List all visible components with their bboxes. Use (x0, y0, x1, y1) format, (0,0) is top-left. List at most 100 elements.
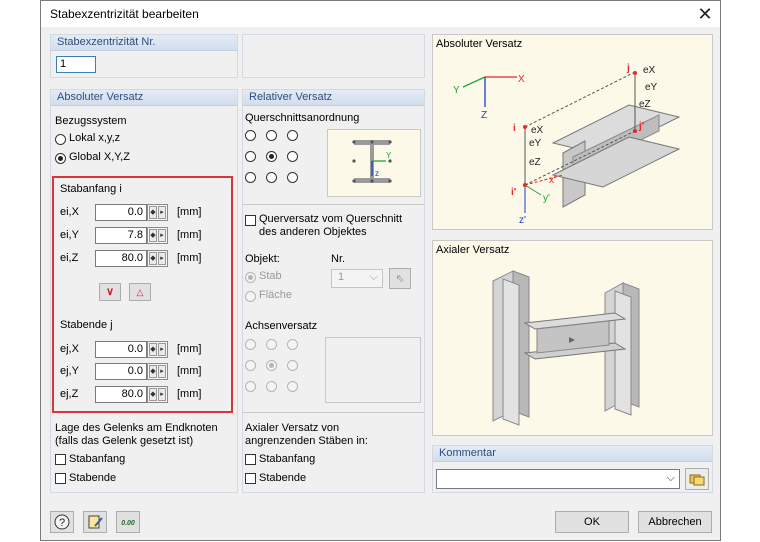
spin-icon[interactable]: ◆ (149, 252, 157, 265)
achsen-radio-1[interactable] (245, 339, 256, 350)
gelenk-stabende-label[interactable]: Stabende (69, 472, 116, 484)
panel-relative: Relativer Versatz Querschnittsanordnung (242, 89, 425, 493)
axis-y-label: Y (453, 85, 460, 96)
kommentar-input[interactable]: ⌵ (436, 469, 680, 489)
radio-stab-label[interactable]: Stab (259, 270, 282, 282)
kommentar-header: Kommentar (433, 446, 712, 462)
stabende-y-spinner[interactable]: ◆ ▸ (147, 363, 168, 380)
panel-absolute: Absoluter Versatz Bezugssystem Lokal x,y… (50, 89, 238, 493)
nr-input[interactable]: 1 (56, 56, 96, 73)
gelenk-stabanfang-checkbox[interactable] (55, 454, 66, 465)
relative-separator-1 (243, 204, 424, 205)
preview-axial: Axialer Versatz (432, 240, 713, 436)
spin-icon[interactable]: ◆ (149, 206, 157, 219)
radio-flaeche[interactable] (245, 291, 256, 302)
radio-global-label[interactable]: Global X,Y,Z (69, 151, 130, 163)
achsen-radio-5[interactable] (266, 360, 277, 371)
quer-radio-8[interactable] (266, 172, 277, 183)
ok-button[interactable]: OK (555, 511, 629, 533)
stabanfang-x-input[interactable]: 0.0 (95, 204, 147, 221)
spin-icon[interactable]: ◆ (149, 229, 157, 242)
spin-icon[interactable]: ◆ (149, 343, 157, 356)
arrow-right-icon[interactable]: ▸ (158, 206, 166, 219)
achsen-radio-3[interactable] (287, 339, 298, 350)
gelenk-stabende-checkbox[interactable] (55, 473, 66, 484)
stabende-x-input[interactable]: 0.0 (95, 341, 147, 358)
radio-flaeche-label[interactable]: Fläche (259, 289, 292, 301)
help-button[interactable]: ? (50, 511, 74, 533)
stabende-z-value: 80.0 (121, 388, 143, 400)
achsen-radio-6[interactable] (287, 360, 298, 371)
axial-stabanfang-checkbox[interactable] (245, 454, 256, 465)
stabanfang-x-spinner[interactable]: ◆ ▸ (147, 204, 168, 221)
spin-icon[interactable]: ◆ (149, 388, 157, 401)
achsen-radio-4[interactable] (245, 360, 256, 371)
gelenk-stabanfang-label[interactable]: Stabanfang (69, 453, 125, 465)
quer-radio-3[interactable] (287, 130, 298, 141)
quer-radio-5[interactable] (266, 151, 277, 162)
stabanfang-z-spinner[interactable]: ◆ ▸ (147, 250, 168, 267)
section-preview: Y z (327, 129, 421, 197)
svg-text:eZ: eZ (529, 157, 541, 168)
arrow-right-icon[interactable]: ▸ (158, 343, 166, 356)
copy-down-button[interactable]: ∨ (99, 283, 121, 301)
chevron-down-icon[interactable]: ⌵ (667, 471, 675, 486)
kommentar-browse-button[interactable] (685, 468, 709, 490)
stabende-z-unit: [mm] (177, 388, 202, 400)
chevron-down-icon: ∨ (105, 286, 115, 298)
querversatz-label-1[interactable]: Querversatz vom Querschnitt (259, 213, 402, 225)
stabende-z-input[interactable]: 80.0 (95, 386, 147, 403)
pick-button[interactable]: ⇖ (389, 268, 411, 289)
arrow-right-icon[interactable]: ▸ (158, 252, 166, 265)
close-icon[interactable]: ✕ (691, 2, 719, 26)
radio-stab[interactable] (245, 272, 256, 283)
stabende-y-value: 0.0 (127, 365, 143, 377)
stabende-z-label: ej,Z (60, 388, 79, 400)
achsen-radio-8[interactable] (266, 381, 277, 392)
help-icon: ? (54, 514, 70, 530)
quer-radio-7[interactable] (245, 172, 256, 183)
axial-stabanfang-label[interactable]: Stabanfang (259, 453, 315, 465)
radio-global[interactable] (55, 153, 66, 164)
arrow-right-icon[interactable]: ▸ (158, 229, 166, 242)
panel-kommentar: Kommentar ⌵ (432, 445, 713, 493)
quer-radio-1[interactable] (245, 130, 256, 141)
copy-up-button[interactable]: △ (129, 283, 151, 301)
panel-absolute-header: Absoluter Versatz (51, 90, 237, 106)
stabende-x-spinner[interactable]: ◆ ▸ (147, 341, 168, 358)
calc-button[interactable]: 0.00 (116, 511, 140, 533)
ok-label: OK (584, 516, 600, 528)
radio-lokal-label[interactable]: Lokal x,y,z (69, 132, 120, 144)
stabanfang-y-input[interactable]: 7.8 (95, 227, 147, 244)
stabende-y-input[interactable]: 0.0 (95, 363, 147, 380)
stabende-z-spinner[interactable]: ◆ ▸ (147, 386, 168, 403)
eccentricity-3d-diagram: X Y Z i j i' j' eX eY eZ eX eY eZ x' y' … (453, 63, 681, 226)
triangle-up-icon: △ (136, 287, 144, 297)
querversatz-checkbox[interactable] (245, 215, 256, 226)
stabanfang-z-input[interactable]: 80.0 (95, 250, 147, 267)
cancel-button[interactable]: Abbrechen (638, 511, 712, 533)
ez-label: eZ (639, 99, 651, 110)
achsen-radio-2[interactable] (266, 339, 277, 350)
stabanfang-y-spinner[interactable]: ◆ ▸ (147, 227, 168, 244)
node-i-label: i (513, 123, 516, 134)
axial-stabende-checkbox[interactable] (245, 473, 256, 484)
quer-radio-2[interactable] (266, 130, 277, 141)
axial-stabende-label[interactable]: Stabende (259, 472, 306, 484)
radio-lokal[interactable] (55, 134, 66, 145)
achsen-radio-9[interactable] (287, 381, 298, 392)
gelenk-label-1: Lage des Gelenks am Endknoten (55, 422, 218, 434)
arrow-right-icon[interactable]: ▸ (158, 388, 166, 401)
achsen-radio-7[interactable] (245, 381, 256, 392)
quer-radio-4[interactable] (245, 151, 256, 162)
cursor-pick-icon: ⇖ (395, 273, 405, 285)
quer-radio-6[interactable] (287, 151, 298, 162)
svg-text:Y: Y (386, 151, 392, 160)
spin-icon[interactable]: ◆ (149, 365, 157, 378)
axis-x-label: X (518, 74, 525, 85)
arrow-right-icon[interactable]: ▸ (158, 365, 166, 378)
svg-text:eY: eY (529, 138, 542, 149)
nr-select[interactable]: 1 ⌵ (331, 269, 383, 288)
quer-radio-9[interactable] (287, 172, 298, 183)
edit-button[interactable] (83, 511, 107, 533)
